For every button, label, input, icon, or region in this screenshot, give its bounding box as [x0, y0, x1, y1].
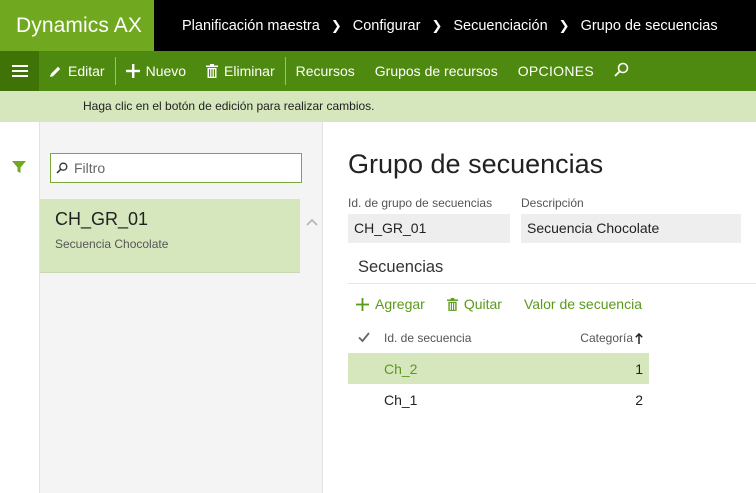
list-item-subtitle: Secuencia Chocolate: [55, 237, 169, 251]
breadcrumb-item-master-planning[interactable]: Planificación maestra: [182, 18, 320, 34]
new-button[interactable]: Nuevo: [116, 51, 196, 91]
grid-header: Id. de secuencia Categoría: [348, 322, 649, 353]
sequences-grid: Id. de secuencia Categoría Ch_2 1 Ch_1 2: [348, 322, 649, 415]
app-title[interactable]: Dynamics AX: [0, 0, 154, 51]
hamburger-icon: [11, 65, 28, 77]
navigation-rail: [0, 122, 40, 493]
filter-box: [50, 153, 302, 183]
edit-button[interactable]: Editar: [39, 51, 115, 91]
add-button-label: Agregar: [375, 296, 425, 312]
section-divider: [348, 283, 756, 284]
remove-button[interactable]: Quitar: [446, 296, 502, 312]
edit-button-label: Editar: [68, 63, 105, 79]
list-item-title: CH_GR_01: [55, 209, 149, 229]
description-label: Descripción: [521, 196, 584, 210]
sort-ascending-icon: [635, 332, 643, 344]
breadcrumb: Planificación maestra ❯ Configurar ❯ Sec…: [182, 0, 718, 51]
message-bar: Haga clic en el botón de edición para re…: [0, 91, 756, 122]
action-pane: Editar Nuevo Eliminar Recursos Grupos de…: [0, 51, 756, 91]
add-button[interactable]: Agregar: [356, 296, 425, 312]
remove-button-label: Quitar: [463, 296, 502, 312]
category-cell: 1: [635, 361, 643, 377]
description-field[interactable]: Secuencia Chocolate: [521, 214, 741, 243]
sequences-toolbar: Agregar Quitar Valor de secuencia: [356, 292, 664, 316]
list-pane: CH_GR_01 Secuencia Chocolate: [40, 122, 323, 493]
message-text: Haga clic en el botón de edición para re…: [83, 99, 375, 113]
filter-input[interactable]: [73, 160, 293, 176]
resources-button[interactable]: Recursos: [286, 51, 365, 91]
breadcrumb-item-sequencing[interactable]: Secuenciación: [453, 18, 547, 34]
plus-icon: [125, 64, 140, 78]
chevron-right-icon: ❯: [558, 17, 570, 33]
sequence-group-id-field[interactable]: CH_GR_01: [348, 214, 510, 243]
table-row[interactable]: Ch_2 1: [348, 353, 649, 384]
breadcrumb-item-setup[interactable]: Configurar: [353, 18, 421, 34]
pencil-icon: [49, 65, 62, 78]
page-title: Grupo de secuencias: [348, 149, 604, 179]
plus-icon: [356, 297, 369, 311]
chevron-right-icon: ❯: [330, 17, 342, 33]
sequence-value-button[interactable]: Valor de secuencia: [524, 296, 642, 312]
search-button[interactable]: [604, 51, 639, 91]
column-header-sequence-id[interactable]: Id. de secuencia: [384, 331, 471, 345]
sequence-group-id-label: Id. de grupo de secuencias: [348, 196, 493, 210]
list-item[interactable]: CH_GR_01 Secuencia Chocolate: [40, 199, 300, 273]
sequence-id-cell[interactable]: Ch_1: [384, 392, 417, 408]
table-row[interactable]: Ch_1 2: [348, 384, 649, 415]
delete-button-label: Eliminar: [224, 63, 275, 79]
resource-groups-button[interactable]: Grupos de recursos: [365, 51, 508, 91]
trash-icon: [206, 64, 219, 78]
filter-icon[interactable]: [11, 159, 27, 175]
new-button-label: Nuevo: [145, 63, 187, 79]
search-icon: [614, 62, 629, 80]
delete-button[interactable]: Eliminar: [196, 51, 285, 91]
search-icon: [51, 154, 73, 182]
column-header-category[interactable]: Categoría: [580, 331, 643, 345]
chevron-right-icon: ❯: [431, 17, 443, 33]
sequences-section-header[interactable]: Secuencias: [358, 258, 443, 277]
select-all-checkmark-icon[interactable]: [358, 331, 370, 343]
column-header-category-label: Categoría: [580, 331, 633, 345]
detail-pane: Grupo de secuencias Id. de grupo de secu…: [324, 122, 756, 493]
hamburger-menu-button[interactable]: [0, 51, 39, 91]
title-bar: Dynamics AX Planificación maestra ❯ Conf…: [0, 0, 756, 51]
scroll-up-arrow-icon[interactable]: [306, 214, 318, 226]
trash-icon: [446, 297, 458, 311]
options-tab[interactable]: OPCIONES: [508, 51, 604, 91]
category-cell: 2: [635, 392, 643, 408]
breadcrumb-item-sequence-group: Grupo de secuencias: [580, 17, 718, 34]
sequence-id-cell[interactable]: Ch_2: [384, 361, 417, 377]
